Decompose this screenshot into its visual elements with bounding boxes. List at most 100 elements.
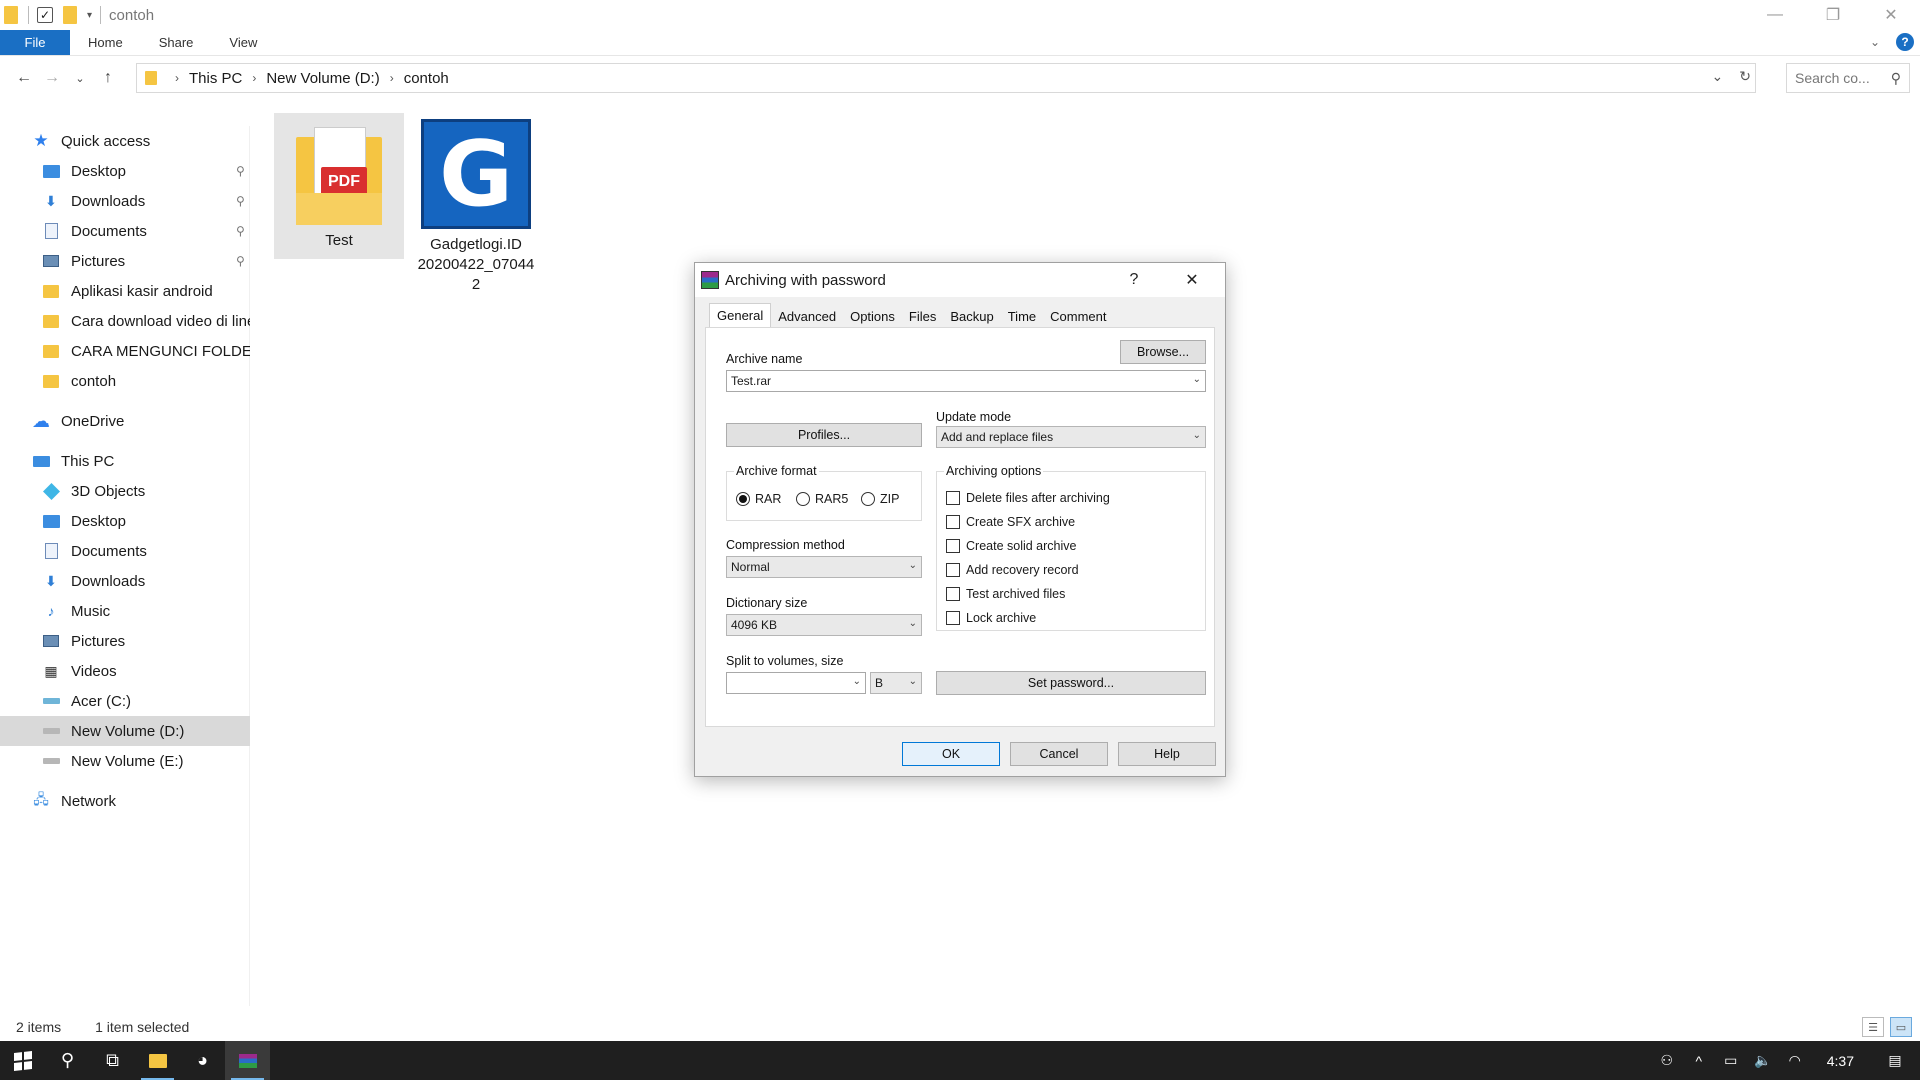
lock-archive-checkbox[interactable]: Lock archive (946, 611, 1036, 625)
winrar-taskbar-icon[interactable] (225, 1041, 270, 1080)
large-icons-view-icon[interactable]: ▭ (1890, 1017, 1912, 1037)
start-button[interactable] (0, 1041, 45, 1080)
profiles-button[interactable]: Profiles... (726, 423, 922, 447)
create-solid-checkbox[interactable]: Create solid archive (946, 539, 1076, 553)
sidebar-network[interactable]: 🖧 Network (0, 786, 250, 816)
sidebar-item-new-volume-d[interactable]: New Volume (D:) (0, 716, 250, 746)
people-icon[interactable]: ⚇ (1651, 1052, 1683, 1069)
wifi-icon[interactable]: ◠ (1779, 1052, 1811, 1069)
recent-locations-icon[interactable]: ⌄ (66, 72, 94, 85)
dialog-title-bar[interactable]: Archiving with password ? ✕ (695, 263, 1225, 297)
crumb-chevron-icon[interactable]: › (390, 71, 394, 85)
create-sfx-checkbox[interactable]: Create SFX archive (946, 515, 1075, 529)
browse-button[interactable]: Browse... (1120, 340, 1206, 364)
sidebar-item-pc-documents[interactable]: Documents (0, 536, 250, 566)
cancel-button[interactable]: Cancel (1010, 742, 1108, 766)
tab-backup[interactable]: Backup (943, 305, 1000, 327)
minimize-button[interactable]: — (1746, 0, 1804, 30)
tab-files[interactable]: Files (902, 305, 943, 327)
new-folder-icon[interactable] (63, 6, 77, 24)
details-view-icon[interactable]: ☰ (1862, 1017, 1884, 1037)
pin-icon[interactable]: ⚲ (236, 194, 245, 208)
notifications-icon[interactable]: ▤ (1870, 1052, 1920, 1069)
help-icon[interactable]: ? (1896, 33, 1914, 51)
address-history-chevron-icon[interactable]: ⌄ (1712, 68, 1724, 85)
search-icon[interactable]: ⚲ (45, 1041, 90, 1080)
file-item-test[interactable]: PDF Test (274, 113, 404, 259)
crumb-this-pc[interactable]: This PC (189, 70, 242, 87)
sidebar-item-new-volume-e[interactable]: New Volume (E:) (0, 746, 250, 776)
sidebar-item-3d-objects[interactable]: 3D Objects (0, 476, 250, 506)
tab-time[interactable]: Time (1001, 305, 1043, 327)
sidebar-item-pictures[interactable]: Pictures ⚲ (0, 246, 250, 276)
chevron-down-icon[interactable]: ⌄ (1193, 374, 1201, 385)
chevron-down-icon[interactable]: ⌄ (853, 676, 861, 687)
properties-check-icon[interactable]: ✓ (37, 7, 53, 23)
back-arrow-icon[interactable]: ← (10, 69, 38, 87)
sidebar-item-pc-desktop[interactable]: Desktop (0, 506, 250, 536)
address-bar[interactable]: › This PC › New Volume (D:) › contoh ⌄ ↻ (136, 63, 1756, 93)
pin-icon[interactable]: ⚲ (236, 164, 245, 178)
sidebar-item-downloads[interactable]: ⬇ Downloads ⚲ (0, 186, 250, 216)
crumb-contoh[interactable]: contoh (404, 70, 449, 87)
dictionary-size-select[interactable]: 4096 KB ⌄ (726, 614, 922, 636)
search-icon[interactable]: ⚲ (1891, 70, 1901, 87)
format-zip-radio[interactable]: ZIP (861, 492, 899, 506)
crumb-chevron-icon[interactable]: › (175, 71, 179, 85)
up-arrow-icon[interactable]: ↑ (94, 69, 122, 87)
help-button[interactable]: Help (1118, 742, 1216, 766)
tab-advanced[interactable]: Advanced (771, 305, 843, 327)
chevron-down-icon[interactable]: ⌄ (909, 676, 917, 687)
file-explorer-taskbar-icon[interactable] (135, 1041, 180, 1080)
sidebar-item-pc-pictures[interactable]: Pictures (0, 626, 250, 656)
update-mode-select[interactable]: Add and replace files ⌄ (936, 426, 1206, 448)
sidebar-item-acer-c[interactable]: Acer (C:) (0, 686, 250, 716)
format-rar-radio[interactable]: RAR (736, 492, 781, 506)
chevron-down-icon[interactable]: ⌄ (1193, 430, 1201, 441)
sidebar-item-cara-download[interactable]: Cara download video di line (0, 306, 250, 336)
test-archived-checkbox[interactable]: Test archived files (946, 587, 1065, 601)
pin-icon[interactable]: ⚲ (236, 254, 245, 268)
sidebar-item-pc-downloads[interactable]: ⬇ Downloads (0, 566, 250, 596)
file-item-gadgetlogi[interactable]: G Gadgetlogi.ID 20200422_070442 (411, 113, 541, 293)
archive-name-input[interactable]: Test.rar ⌄ (726, 370, 1206, 392)
chevron-down-icon[interactable]: ⌄ (909, 618, 917, 629)
clock[interactable]: 4:37 (1811, 1053, 1870, 1069)
tab-home[interactable]: Home (70, 30, 141, 55)
split-size-input[interactable]: ⌄ (726, 672, 866, 694)
sidebar-onedrive[interactable]: ☁ OneDrive (0, 406, 250, 436)
show-hidden-icons-icon[interactable]: ^ (1683, 1053, 1715, 1069)
sidebar-item-aplikasi-kasir[interactable]: Aplikasi kasir android (0, 276, 250, 306)
set-password-button[interactable]: Set password... (936, 671, 1206, 695)
sidebar-item-cara-mengunci[interactable]: CARA MENGUNCI FOLDER (0, 336, 250, 366)
sidebar-item-contoh[interactable]: contoh (0, 366, 250, 396)
expand-ribbon-icon[interactable]: ⌄ (1870, 35, 1880, 49)
close-button[interactable]: ✕ (1862, 0, 1920, 30)
forward-arrow-icon[interactable]: → (38, 69, 66, 87)
tab-share[interactable]: Share (141, 30, 212, 55)
dialog-close-button[interactable]: ✕ (1169, 263, 1215, 297)
crumb-new-volume-d[interactable]: New Volume (D:) (266, 70, 379, 87)
delete-files-checkbox[interactable]: Delete files after archiving (946, 491, 1110, 505)
compression-method-select[interactable]: Normal ⌄ (726, 556, 922, 578)
sidebar-item-videos[interactable]: ▦ Videos (0, 656, 250, 686)
tab-comment[interactable]: Comment (1043, 305, 1113, 327)
split-unit-select[interactable]: B ⌄ (870, 672, 922, 694)
search-box[interactable]: Search co... ⚲ (1786, 63, 1910, 93)
sidebar-quick-access[interactable]: ★ Quick access (0, 126, 250, 156)
tab-view[interactable]: View (211, 30, 275, 55)
sidebar-item-documents[interactable]: Documents ⚲ (0, 216, 250, 246)
sidebar-item-desktop[interactable]: Desktop ⚲ (0, 156, 250, 186)
chevron-down-icon[interactable]: ⌄ (909, 560, 917, 571)
format-rar5-radio[interactable]: RAR5 (796, 492, 848, 506)
restore-button[interactable]: ❐ (1804, 0, 1862, 30)
pin-icon[interactable]: ⚲ (236, 224, 245, 238)
ok-button[interactable]: OK (902, 742, 1000, 766)
tab-general[interactable]: General (709, 303, 772, 327)
tab-options[interactable]: Options (843, 305, 902, 327)
refresh-icon[interactable]: ↻ (1739, 68, 1751, 85)
task-view-icon[interactable]: ⧉ (90, 1041, 135, 1080)
browser-taskbar-icon[interactable]: ◕ (180, 1041, 225, 1080)
volume-icon[interactable]: 🔈 (1747, 1052, 1779, 1069)
tab-file[interactable]: File (0, 30, 70, 55)
